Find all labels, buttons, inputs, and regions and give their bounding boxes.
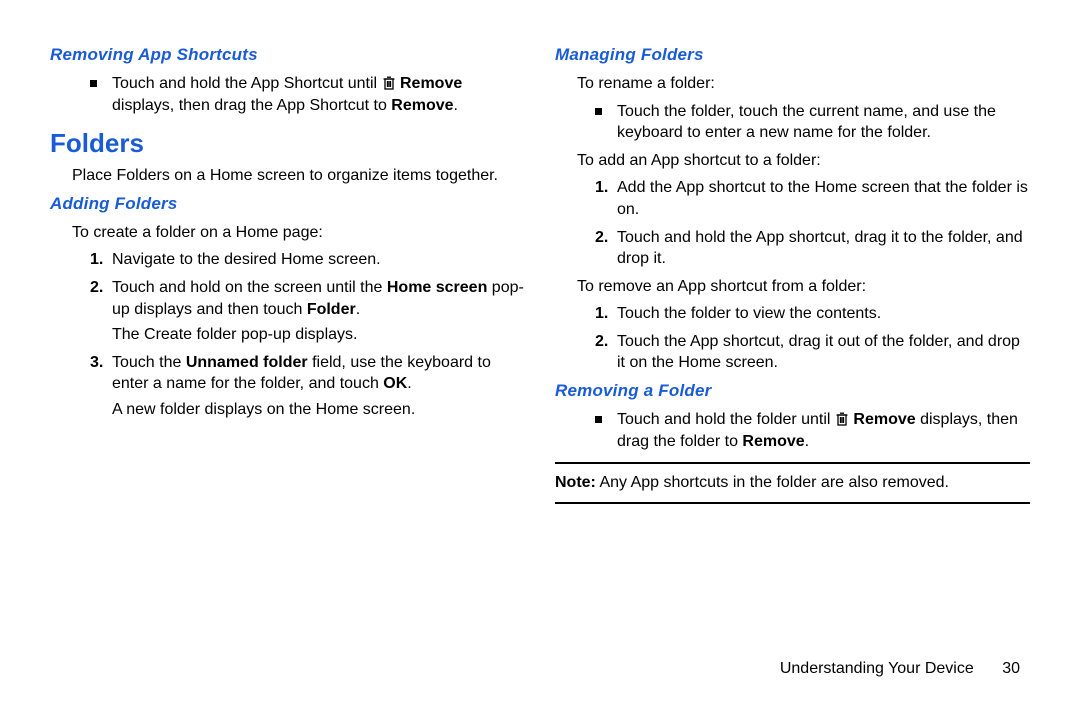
numbered-list: 1. Navigate to the desired Home screen. … (90, 249, 525, 420)
text: Touch and hold the App shortcut, drag it… (617, 229, 1023, 268)
item-number: 1. (595, 303, 608, 325)
text: displays, then drag the App Shortcut to (112, 97, 391, 114)
list-item: 1. Add the App shortcut to the Home scre… (595, 177, 1030, 220)
trash-icon (382, 75, 396, 92)
heading-folders: Folders (50, 126, 525, 161)
heading-removing-app-shortcuts: Removing App Shortcuts (50, 44, 525, 67)
paragraph: To rename a folder: (577, 73, 1030, 95)
note-block: Note: Any App shortcuts in the folder ar… (555, 462, 1030, 504)
text: . (407, 375, 411, 392)
note-label: Note: (555, 474, 596, 491)
text-bold: Remove (391, 97, 453, 114)
text: Touch the (112, 354, 186, 371)
text: . (805, 433, 809, 450)
heading-removing-a-folder: Removing a Folder (555, 380, 1030, 403)
list-item: 3. Touch the Unnamed folder field, use t… (90, 352, 525, 421)
text-bold: Unnamed folder (186, 354, 308, 371)
heading-adding-folders: Adding Folders (50, 193, 525, 216)
trash-icon (835, 411, 849, 428)
item-number: 2. (90, 277, 103, 299)
text: Touch and hold on the screen until the (112, 279, 387, 296)
numbered-list: 1. Touch the folder to view the contents… (595, 303, 1030, 374)
page-footer: Understanding Your Device 30 (0, 660, 1080, 678)
bullet-list: Touch the folder, touch the current name… (595, 101, 1030, 144)
text: Touch and hold the App Shortcut until (112, 75, 382, 92)
item-number: 2. (595, 227, 608, 249)
note-text: Any App shortcuts in the folder are also… (596, 474, 949, 491)
item-number: 1. (595, 177, 608, 199)
paragraph: To remove an App shortcut from a folder: (577, 276, 1030, 298)
paragraph: To add an App shortcut to a folder: (577, 150, 1030, 172)
text: Touch the App shortcut, drag it out of t… (617, 333, 1020, 372)
text-bold: Remove (742, 433, 804, 450)
list-item: 1. Navigate to the desired Home screen. (90, 249, 525, 271)
text-bold: OK (383, 375, 407, 392)
text: Touch the folder, touch the current name… (617, 103, 996, 142)
bullet-list: Touch and hold the folder until Remove d… (595, 409, 1030, 452)
text: . (454, 97, 458, 114)
list-item: Touch the folder, touch the current name… (595, 101, 1030, 144)
list-item: 2. Touch and hold the App shortcut, drag… (595, 227, 1030, 270)
text-bold: Home screen (387, 279, 488, 296)
text: Add the App shortcut to the Home screen … (617, 179, 1028, 218)
list-item: 1. Touch the folder to view the contents… (595, 303, 1030, 325)
paragraph: The Create folder pop-up displays. (112, 324, 525, 346)
left-column: Removing App Shortcuts Touch and hold th… (50, 40, 525, 650)
list-item: Touch and hold the folder until Remove d… (595, 409, 1030, 452)
text-bold: Remove (853, 411, 915, 428)
paragraph: A new folder displays on the Home screen… (112, 399, 525, 421)
numbered-list: 1. Add the App shortcut to the Home scre… (595, 177, 1030, 269)
list-item: 2. Touch and hold on the screen until th… (90, 277, 525, 346)
list-item: Touch and hold the App Shortcut until Re… (90, 73, 525, 116)
text-bold: Remove (400, 75, 462, 92)
heading-managing-folders: Managing Folders (555, 44, 1030, 67)
item-number: 3. (90, 352, 103, 374)
page-content: Removing App Shortcuts Touch and hold th… (0, 0, 1080, 660)
text: Navigate to the desired Home screen. (112, 251, 381, 268)
paragraph: To create a folder on a Home page: (72, 222, 525, 244)
text: Touch the folder to view the contents. (617, 305, 881, 322)
item-number: 1. (90, 249, 103, 271)
paragraph: Place Folders on a Home screen to organi… (72, 165, 525, 187)
footer-section-title: Understanding Your Device (780, 660, 974, 677)
bullet-list: Touch and hold the App Shortcut until Re… (90, 73, 525, 116)
text: Touch and hold the folder until (617, 411, 835, 428)
text-bold: Folder (307, 301, 356, 318)
item-number: 2. (595, 331, 608, 353)
list-item: 2. Touch the App shortcut, drag it out o… (595, 331, 1030, 374)
text: . (356, 301, 360, 318)
page-number: 30 (1002, 660, 1020, 677)
right-column: Managing Folders To rename a folder: Tou… (555, 40, 1030, 650)
